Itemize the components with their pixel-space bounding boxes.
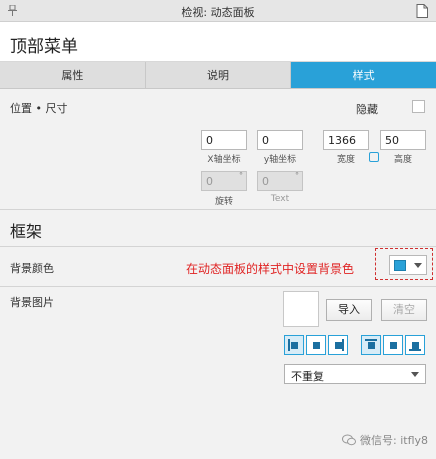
page-icon[interactable] xyxy=(416,4,428,18)
import-button[interactable]: 导入 xyxy=(326,299,372,321)
y-caption: y轴坐标 xyxy=(263,155,297,165)
repeat-select[interactable]: 不重复 xyxy=(284,364,426,384)
annotation-text: 在动态面板的样式中设置背景色 xyxy=(186,262,355,276)
height-input[interactable]: 50 xyxy=(380,130,426,150)
watermark-text: 微信号: itfly8 xyxy=(360,434,429,447)
chevron-down-icon xyxy=(414,263,422,268)
width-input[interactable]: 1366 xyxy=(323,130,369,150)
clear-button[interactable]: 清空 xyxy=(381,299,427,321)
bg-color-picker[interactable] xyxy=(389,255,427,275)
tab-bar: 属性 说明 样式 xyxy=(0,62,436,89)
align-center-button[interactable] xyxy=(306,335,326,355)
position-size-label: 位置 • 尺寸 xyxy=(10,102,68,115)
divider xyxy=(0,286,436,287)
align-top-button[interactable] xyxy=(361,335,381,355)
title-bar: 检视: 动态面板 xyxy=(0,0,436,22)
hide-checkbox[interactable] xyxy=(412,100,425,113)
bg-color-swatch xyxy=(394,260,406,271)
hide-label: 隐藏 xyxy=(356,103,378,116)
text-rotate-caption: Text xyxy=(270,194,290,204)
repeat-select-value: 不重复 xyxy=(291,370,324,383)
watermark: 微信号: itfly8 xyxy=(342,432,428,448)
bg-image-label: 背景图片 xyxy=(10,296,54,309)
tab-notes[interactable]: 说明 xyxy=(146,62,292,88)
frame-section-title: 框架 xyxy=(10,222,43,241)
y-input[interactable]: 0 xyxy=(257,130,303,150)
wechat-icon xyxy=(342,434,356,446)
lock-aspect-icon[interactable] xyxy=(369,152,379,162)
bg-image-preview xyxy=(283,291,319,327)
align-right-button[interactable] xyxy=(328,335,348,355)
tab-style[interactable]: 样式 xyxy=(291,62,436,88)
panel-header: 顶部菜单 xyxy=(0,22,436,62)
align-bottom-button[interactable] xyxy=(405,335,425,355)
height-caption: 高度 xyxy=(393,155,412,165)
align-left-button[interactable] xyxy=(284,335,304,355)
x-input[interactable]: 0 xyxy=(201,130,247,150)
x-caption: X轴坐标 xyxy=(207,155,241,165)
text-rotate-degree: ° xyxy=(295,171,299,180)
chevron-down-icon xyxy=(411,372,419,377)
widget-name[interactable]: 顶部菜单 xyxy=(10,32,78,57)
divider xyxy=(0,246,436,247)
tab-properties[interactable]: 属性 xyxy=(0,62,146,88)
width-caption: 宽度 xyxy=(336,155,355,165)
bg-color-label: 背景颜色 xyxy=(10,262,54,275)
divider xyxy=(0,209,436,210)
rotate-caption: 旋转 xyxy=(214,197,233,207)
rotate-degree: ° xyxy=(239,171,243,180)
align-middle-button[interactable] xyxy=(383,335,403,355)
window-title: 检视: 动态面板 xyxy=(181,6,255,19)
